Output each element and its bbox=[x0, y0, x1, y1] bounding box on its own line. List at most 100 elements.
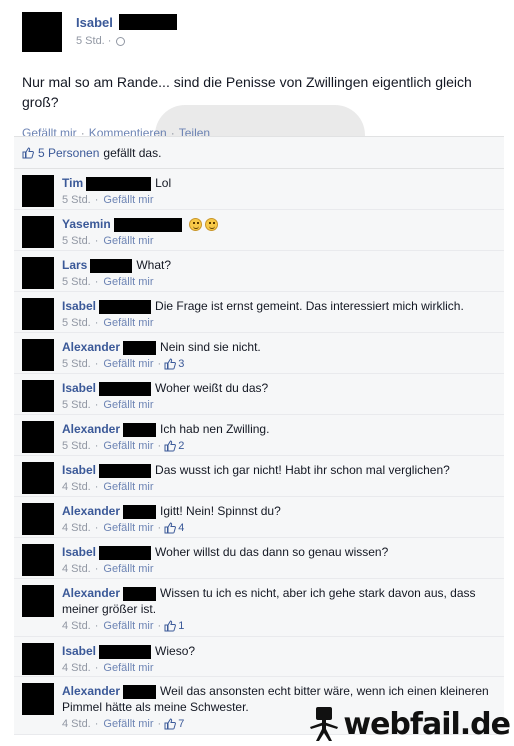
like-count-number: 4 bbox=[178, 522, 185, 534]
thumbs-up-icon bbox=[22, 146, 34, 158]
comment-text: Wieso? bbox=[155, 644, 196, 658]
likes-count[interactable]: 5 Personen bbox=[38, 146, 99, 160]
comment-like-count[interactable]: 2 bbox=[164, 439, 184, 453]
commenter-avatar[interactable] bbox=[22, 380, 54, 412]
comment-like-link[interactable]: Gefällt mir bbox=[103, 480, 153, 494]
commenter-avatar[interactable] bbox=[22, 462, 54, 494]
comment-text: Igitt! Nein! Spinnst du? bbox=[160, 504, 281, 518]
commenter-avatar[interactable] bbox=[22, 683, 54, 715]
redacted-surname bbox=[99, 545, 152, 560]
comment-like-link[interactable]: Gefällt mir bbox=[103, 316, 153, 330]
comment-like-link[interactable]: Gefällt mir bbox=[103, 521, 153, 535]
comment-item: Alexander Wissen tu ich es nicht, aber ic… bbox=[14, 579, 504, 637]
likes-tail: gefällt das. bbox=[103, 145, 162, 160]
redacted-surname bbox=[86, 176, 152, 191]
commenter-avatar[interactable] bbox=[22, 257, 54, 289]
comment-timestamp[interactable]: 4 Std. bbox=[62, 661, 91, 675]
comment-timestamp[interactable]: 5 Std. bbox=[62, 398, 91, 412]
comment-like-link[interactable]: Gefällt mir bbox=[103, 234, 153, 248]
comment-like-count[interactable]: 1 bbox=[164, 619, 184, 633]
comment-timestamp[interactable]: 4 Std. bbox=[62, 562, 91, 576]
commenter-name[interactable]: Alexander bbox=[62, 586, 120, 600]
comment-item: Isabel Die Frage ist ernst gemeint. Das i… bbox=[14, 292, 504, 333]
commenter-avatar[interactable] bbox=[22, 298, 54, 330]
commenter-name[interactable]: Lars bbox=[62, 258, 87, 272]
meta-separator: · bbox=[94, 317, 99, 329]
comment-like-link[interactable]: Gefällt mir bbox=[103, 275, 153, 289]
redacted-surname bbox=[123, 340, 157, 355]
commenter-name[interactable]: Alexander bbox=[62, 422, 120, 436]
redacted-surname bbox=[123, 586, 157, 601]
comment-timestamp[interactable]: 5 Std. bbox=[62, 357, 91, 371]
commenter-name[interactable]: Alexander bbox=[62, 340, 120, 354]
meta-separator: · bbox=[94, 358, 99, 370]
commenter-name[interactable]: Tim bbox=[62, 176, 83, 190]
commenter-avatar[interactable] bbox=[22, 175, 54, 207]
comment-item: Isabel Wieso? 4 Std. · Gefällt mir bbox=[14, 637, 504, 677]
comment-item: Yasemin 5 Std. · Gefällt mir bbox=[14, 210, 504, 251]
comment-item: Alexander Ich hab nen Zwilling. 5 Std. · Gef… bbox=[14, 415, 504, 456]
globe-icon[interactable] bbox=[116, 36, 126, 46]
commenter-name[interactable]: Isabel bbox=[62, 381, 96, 395]
comment-timestamp[interactable]: 5 Std. bbox=[62, 316, 91, 330]
commenter-name[interactable]: Isabel bbox=[62, 299, 96, 313]
comment-like-link[interactable]: Gefällt mir bbox=[103, 193, 153, 207]
commenter-avatar[interactable] bbox=[22, 643, 54, 675]
commenter-avatar[interactable] bbox=[22, 421, 54, 453]
redacted-surname bbox=[118, 14, 177, 30]
commenter-name[interactable]: Isabel bbox=[62, 463, 96, 477]
webfail-brand: webfail.de bbox=[307, 706, 511, 742]
post-author-avatar[interactable] bbox=[22, 12, 62, 52]
commenter-avatar[interactable] bbox=[22, 216, 54, 248]
comment-timestamp[interactable]: 4 Std. bbox=[62, 717, 91, 731]
like-count-number: 1 bbox=[178, 620, 185, 632]
comment-timestamp[interactable]: 5 Std. bbox=[62, 193, 91, 207]
meta-separator: · bbox=[94, 563, 99, 575]
meta-separator: · bbox=[157, 620, 162, 632]
commenter-name[interactable]: Isabel bbox=[62, 545, 96, 559]
meta-separator: · bbox=[157, 522, 162, 534]
meta-separator: · bbox=[94, 718, 99, 730]
post-author-name[interactable]: Isabel bbox=[76, 15, 113, 30]
post-header: Isabel 5 Std. · bbox=[14, 10, 504, 56]
meta-separator: · bbox=[94, 620, 99, 632]
meta-separator: · bbox=[94, 235, 99, 247]
post-timestamp[interactable]: 5 Std. bbox=[76, 35, 105, 47]
comment-timestamp[interactable]: 5 Std. bbox=[62, 275, 91, 289]
comment-item: Isabel Woher weißt du das? 5 Std. · Gefällt … bbox=[14, 374, 504, 415]
comment-item: Lars What? 5 Std. · Gefällt mir bbox=[14, 251, 504, 292]
comment-like-count[interactable]: 7 bbox=[164, 717, 184, 731]
comment-timestamp[interactable]: 4 Std. bbox=[62, 619, 91, 633]
comment-timestamp[interactable]: 4 Std. bbox=[62, 521, 91, 535]
comment-like-link[interactable]: Gefällt mir bbox=[103, 717, 153, 731]
post-text: Nur mal so am Rande... sind die Penisse … bbox=[22, 74, 472, 110]
comment-like-link[interactable]: Gefällt mir bbox=[103, 398, 153, 412]
comment-text: Lol bbox=[155, 176, 172, 190]
comment-text: What? bbox=[136, 258, 172, 272]
commenter-avatar[interactable] bbox=[22, 503, 54, 535]
commenter-name[interactable]: Yasemin bbox=[62, 217, 111, 231]
comment-like-link[interactable]: Gefällt mir bbox=[103, 562, 153, 576]
commenter-name[interactable]: Alexander bbox=[62, 504, 120, 518]
comment-like-link[interactable]: Gefällt mir bbox=[103, 619, 153, 633]
comment-timestamp[interactable]: 5 Std. bbox=[62, 439, 91, 453]
commenter-name[interactable]: Alexander bbox=[62, 684, 120, 698]
redacted-surname bbox=[123, 504, 157, 519]
redacted-surname bbox=[99, 644, 152, 659]
comment-like-link[interactable]: Gefällt mir bbox=[103, 357, 153, 371]
meta-separator: · bbox=[94, 522, 99, 534]
comment-like-link[interactable]: Gefällt mir bbox=[103, 439, 153, 453]
comment-timestamp[interactable]: 5 Std. bbox=[62, 234, 91, 248]
commenter-avatar[interactable] bbox=[22, 544, 54, 576]
comment-item: Tim Lol 5 Std. · Gefällt mir bbox=[14, 169, 504, 210]
comment-like-count[interactable]: 4 bbox=[164, 521, 184, 535]
thumbs-up-icon bbox=[164, 620, 177, 632]
commenter-avatar[interactable] bbox=[22, 339, 54, 371]
comment-like-count[interactable]: 3 bbox=[164, 357, 184, 371]
comment-like-link[interactable]: Gefällt mir bbox=[103, 661, 153, 675]
like-count-number: 3 bbox=[178, 358, 185, 370]
comment-timestamp[interactable]: 4 Std. bbox=[62, 480, 91, 494]
commenter-name[interactable]: Isabel bbox=[62, 644, 96, 658]
brand-text: webfail.de bbox=[343, 706, 511, 742]
commenter-avatar[interactable] bbox=[22, 585, 54, 617]
